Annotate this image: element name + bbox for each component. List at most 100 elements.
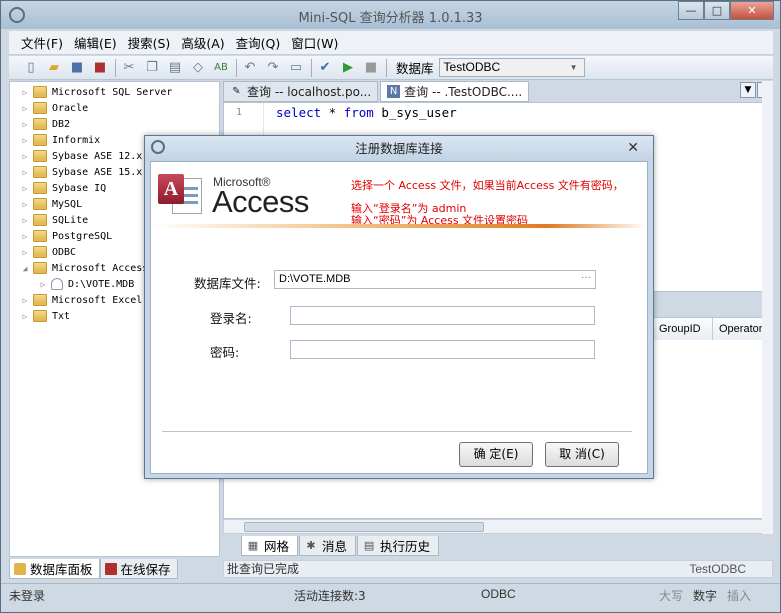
- tree-item[interactable]: ▷ Txt: [10, 308, 70, 324]
- dialog-close-button[interactable]: ✕: [627, 136, 639, 161]
- tree-item-label: Oracle: [52, 102, 89, 114]
- tree-item[interactable]: ▷ Sybase ASE 15.x: [10, 164, 142, 180]
- expanded-arrow-icon[interactable]: ◢: [20, 264, 30, 273]
- database-select[interactable]: TestODBC ▼: [438, 58, 585, 77]
- copy-icon[interactable]: ❐: [144, 60, 160, 76]
- minimize-button[interactable]: —: [678, 1, 704, 20]
- eraser-icon[interactable]: ◇: [190, 60, 206, 76]
- ok-button[interactable]: 确 定(E): [459, 442, 533, 467]
- menu-file[interactable]: 文件(F): [21, 33, 63, 52]
- login-input[interactable]: [290, 306, 595, 325]
- toolbar-separator: [311, 58, 312, 77]
- tab-history[interactable]: ▤ 执行历史: [357, 536, 440, 556]
- menu-bar: 文件(F) 编辑(E) 搜索(S) 高级(A) 查询(Q) 窗口(W): [9, 31, 773, 55]
- run-icon[interactable]: ▶: [340, 60, 356, 76]
- menu-query[interactable]: 查询(Q): [236, 33, 281, 52]
- tree-item[interactable]: ▷ Sybase ASE 12.x: [10, 148, 142, 164]
- replace-icon[interactable]: AB: [213, 60, 229, 76]
- scrollbar-thumb[interactable]: [244, 522, 484, 532]
- tree-item[interactable]: ▷ ODBC: [10, 244, 76, 260]
- tree-item[interactable]: ▷ Microsoft Excel: [10, 292, 142, 308]
- menu-advanced[interactable]: 高级(A): [181, 33, 224, 52]
- tree-item[interactable]: ▷ Informix: [10, 132, 100, 148]
- left-panel-tabs: 数据库面板 在线保存: [9, 559, 220, 579]
- save-all-icon[interactable]: ■: [92, 60, 108, 76]
- folder-icon: [33, 150, 47, 162]
- collapsed-arrow-icon[interactable]: ▷: [20, 216, 30, 225]
- tree-item[interactable]: ▷ Sybase IQ: [10, 180, 106, 196]
- vertical-scrollbar[interactable]: [762, 81, 773, 534]
- dialog-separator: [162, 431, 632, 432]
- collapsed-arrow-icon[interactable]: ▷: [38, 280, 48, 289]
- tree-item-label: PostgreSQL: [52, 230, 113, 242]
- tree-item-label: DB2: [52, 118, 71, 130]
- new-file-icon[interactable]: ▯: [23, 60, 39, 76]
- tree-item[interactable]: ▷ Microsoft SQL Server: [10, 84, 172, 100]
- query-status-text: 批查询已完成: [227, 562, 300, 576]
- tree-item[interactable]: ▷ SQLite: [10, 212, 88, 228]
- tree-item[interactable]: ◢ Microsoft Access: [10, 260, 148, 276]
- tree-item[interactable]: ▷ MySQL: [10, 196, 82, 212]
- collapsed-arrow-icon[interactable]: ▷: [20, 168, 30, 177]
- menu-search[interactable]: 搜索(S): [128, 33, 171, 52]
- status-insert: 插入: [727, 589, 752, 603]
- paste-icon[interactable]: ▤: [167, 60, 183, 76]
- query-status-db: TestODBC: [689, 562, 746, 576]
- horizontal-scrollbar[interactable]: [223, 519, 773, 534]
- tree-item-label: Sybase ASE 12.x: [52, 150, 143, 162]
- tab-messages[interactable]: ✱ 消息: [299, 536, 357, 556]
- folder-icon: [33, 310, 47, 322]
- tree-item[interactable]: ▷ Oracle: [10, 100, 88, 116]
- window-title: Mini-SQL 查询分析器 1.0.1.33: [298, 11, 483, 26]
- collapsed-arrow-icon[interactable]: ▷: [20, 296, 30, 305]
- maximize-button[interactable]: □: [704, 1, 730, 20]
- menu-edit[interactable]: 编辑(E): [74, 33, 117, 52]
- password-input[interactable]: [290, 340, 595, 359]
- tab-grid-label: 网格: [264, 539, 290, 554]
- stop-icon[interactable]: ■: [363, 60, 379, 76]
- tab-grid[interactable]: ▦ 网格: [241, 536, 299, 556]
- tab-list-button[interactable]: ▼: [740, 82, 756, 98]
- folder-icon: [33, 134, 47, 146]
- collapsed-arrow-icon[interactable]: ▷: [20, 248, 30, 257]
- folder-icon: [33, 294, 47, 306]
- close-button[interactable]: ✕: [730, 1, 774, 20]
- form-icon[interactable]: ▭: [288, 60, 304, 76]
- status-driver: ODBC: [481, 587, 516, 601]
- collapsed-arrow-icon[interactable]: ▷: [20, 104, 30, 113]
- check-icon[interactable]: ✔: [317, 60, 333, 76]
- tab-query-testodbc[interactable]: N 查询 -- .TestODBC....: [380, 81, 530, 102]
- browse-button[interactable]: ···: [581, 269, 591, 286]
- collapsed-arrow-icon[interactable]: ▷: [20, 184, 30, 193]
- redo-icon[interactable]: ↷: [265, 60, 281, 76]
- folder-icon: [33, 118, 47, 130]
- editor-tabs: ✎ 查询 -- localhost.po... N 查询 -- .TestODB…: [223, 81, 773, 102]
- status-num: 数字: [693, 589, 718, 603]
- db-file-input[interactable]: D:\VOTE.MDB ···: [274, 270, 596, 289]
- banner-stripe: [151, 224, 647, 228]
- database-icon: [14, 562, 26, 575]
- open-folder-icon[interactable]: ▰: [46, 60, 62, 76]
- sql-keyword: from: [343, 105, 374, 120]
- cancel-button[interactable]: 取 消(C): [545, 442, 619, 467]
- cut-icon[interactable]: ✂: [121, 60, 137, 76]
- access-wordmark: Access: [212, 184, 309, 219]
- tree-item-connection[interactable]: ▷ D:\VOTE.MDB: [10, 276, 134, 292]
- save-icon[interactable]: ■: [69, 60, 85, 76]
- column-header-groupid[interactable]: GroupID: [652, 318, 712, 340]
- tab-online-save[interactable]: 在线保存: [99, 559, 178, 579]
- collapsed-arrow-icon[interactable]: ▷: [20, 232, 30, 241]
- tree-item[interactable]: ▷ PostgreSQL: [10, 228, 112, 244]
- menu-window[interactable]: 窗口(W): [291, 33, 338, 52]
- collapsed-arrow-icon[interactable]: ▷: [20, 152, 30, 161]
- collapsed-arrow-icon[interactable]: ▷: [20, 200, 30, 209]
- tab-query-localhost[interactable]: ✎ 查询 -- localhost.po...: [223, 81, 379, 102]
- collapsed-arrow-icon[interactable]: ▷: [20, 312, 30, 321]
- collapsed-arrow-icon[interactable]: ▷: [20, 120, 30, 129]
- tab-database-panel[interactable]: 数据库面板: [9, 559, 100, 579]
- collapsed-arrow-icon[interactable]: ▷: [20, 88, 30, 97]
- collapsed-arrow-icon[interactable]: ▷: [20, 136, 30, 145]
- tree-item[interactable]: ▷ DB2: [10, 116, 70, 132]
- pencil-icon: ✎: [232, 86, 241, 97]
- undo-icon[interactable]: ↶: [242, 60, 258, 76]
